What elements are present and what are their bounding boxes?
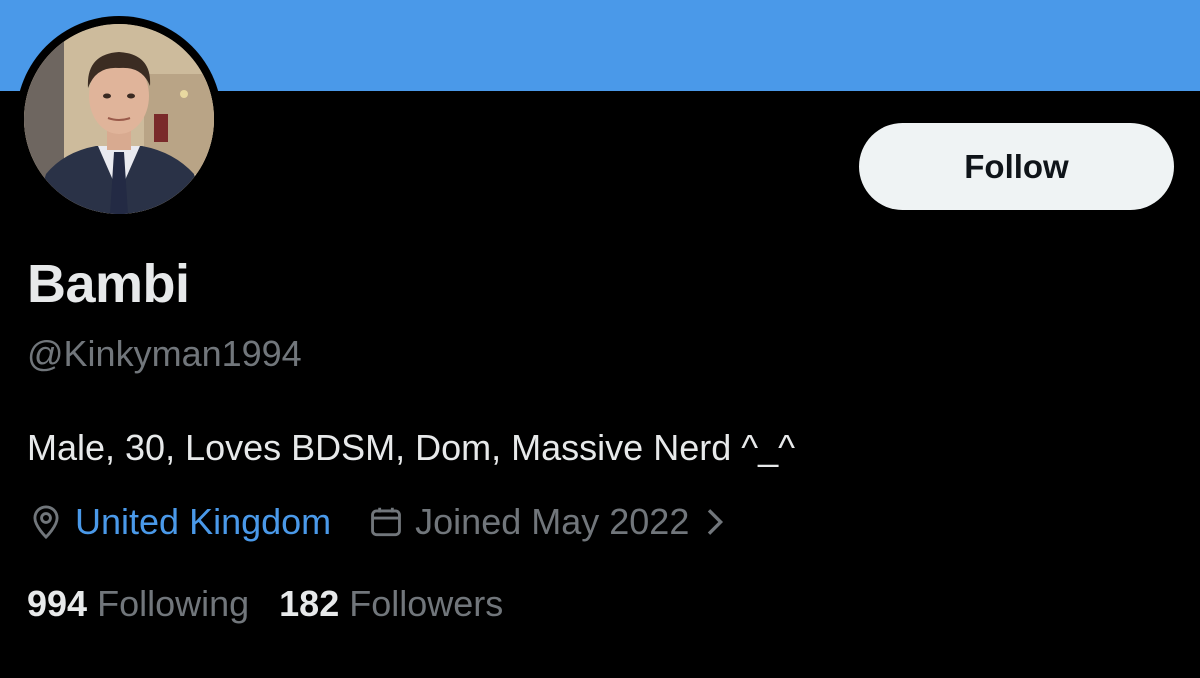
map-pin-icon bbox=[27, 503, 65, 541]
profile-stats: 994 Following 182 Followers bbox=[27, 580, 503, 628]
following-label: Following bbox=[97, 583, 250, 624]
following-link[interactable]: 994 Following bbox=[27, 580, 249, 628]
calendar-icon bbox=[367, 503, 405, 541]
profile-bio: Male, 30, Loves BDSM, Dom, Massive Nerd … bbox=[27, 427, 796, 468]
user-handle: @Kinkyman1994 bbox=[27, 333, 302, 374]
follow-button[interactable]: Follow bbox=[859, 123, 1174, 210]
profile-meta: United Kingdom Joined May 2022 bbox=[27, 497, 725, 547]
followers-count: 182 bbox=[279, 583, 340, 624]
avatar[interactable] bbox=[24, 24, 214, 214]
joined-text: Joined May 2022 bbox=[415, 501, 690, 542]
followers-link[interactable]: 182 Followers bbox=[279, 580, 503, 628]
following-count: 994 bbox=[27, 583, 88, 624]
avatar-photo bbox=[24, 24, 214, 214]
display-name: Bambi bbox=[27, 254, 190, 314]
followers-label: Followers bbox=[349, 583, 504, 624]
location-item: United Kingdom bbox=[27, 498, 331, 546]
joined-item[interactable]: Joined May 2022 bbox=[367, 498, 725, 546]
chevron-right-icon bbox=[703, 507, 725, 537]
location-text: United Kingdom bbox=[75, 501, 332, 542]
